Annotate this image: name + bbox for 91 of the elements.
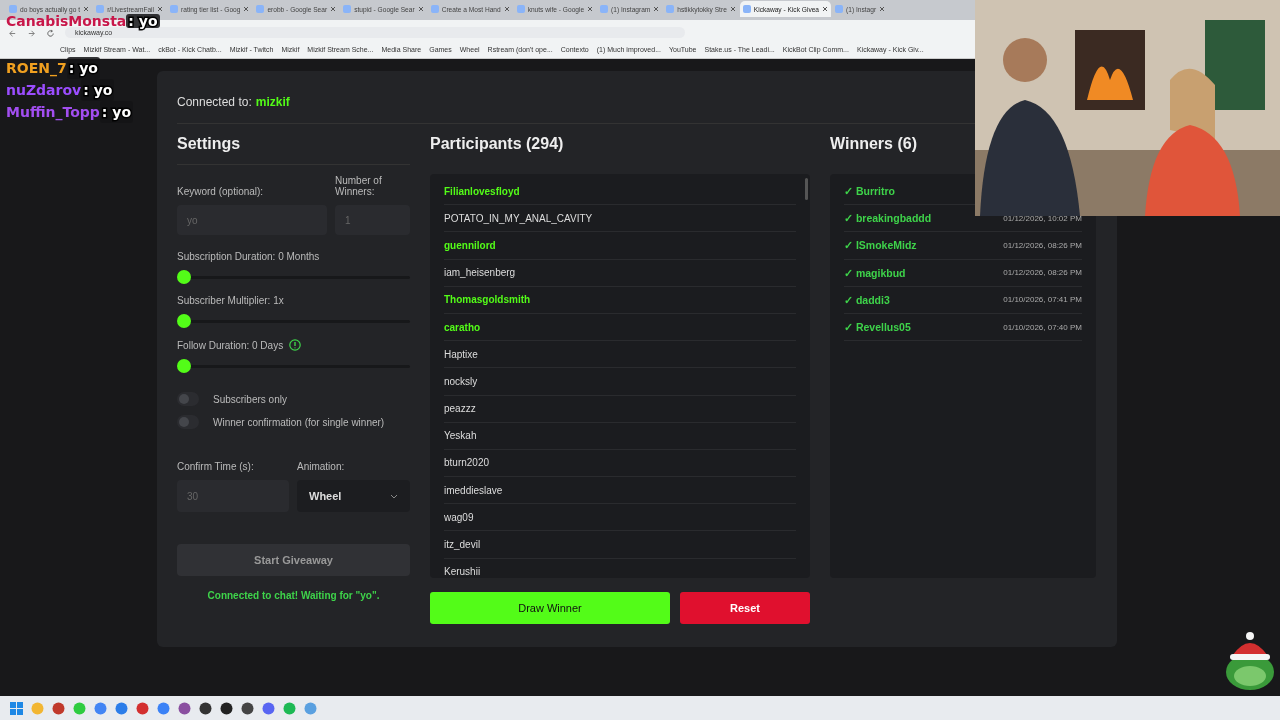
field-label: Animation:: [297, 461, 346, 472]
winner-name: ✓ daddi3: [844, 293, 890, 306]
close-icon[interactable]: [587, 6, 594, 12]
participant-name[interactable]: nocksly: [444, 368, 796, 396]
participant-name[interactable]: imeddieslave: [444, 477, 796, 505]
close-icon[interactable]: [879, 6, 886, 12]
favicon-icon: [835, 5, 844, 13]
winner-name: ✓ Burritro: [844, 185, 895, 198]
slider-thumb[interactable]: [177, 359, 191, 373]
app-icon[interactable]: [241, 701, 254, 715]
chat-message: : yo: [126, 14, 160, 28]
keyword-field[interactable]: yo: [177, 205, 327, 235]
status-message: Connected to chat! Waiting for "yo".: [206, 590, 381, 601]
favicon-icon: [742, 5, 751, 13]
slider-label: Subscriber Multiplier: 1x: [177, 295, 284, 306]
channel-name: mizkif: [255, 95, 290, 109]
chat-username: ROEN_7: [6, 59, 67, 79]
chat-username: Muffin_Topp: [6, 103, 100, 123]
close-icon[interactable]: [157, 6, 164, 12]
chat-message: : yo: [99, 101, 134, 123]
participant-name[interactable]: Haptixe: [444, 341, 796, 369]
close-icon[interactable]: [503, 6, 510, 12]
favicon-icon: [666, 5, 675, 13]
winner-name: ✓ breakingbaddd: [844, 212, 932, 225]
win-time: 01/12/2026, 08:26 PM: [1003, 240, 1082, 250]
favicon-icon: [343, 5, 352, 13]
draw-winner-button[interactable]: Draw Winner: [430, 592, 670, 624]
chat-message: : yo: [66, 57, 100, 79]
participant-name[interactable]: wag09: [444, 504, 796, 532]
toggle-switch[interactable]: [177, 392, 199, 406]
participant-name[interactable]: iam_heisenberg: [444, 259, 796, 287]
participant-name[interactable]: Filianlovesfloyd: [444, 178, 796, 206]
windows-icon[interactable]: [10, 701, 23, 715]
reset-button[interactable]: Reset: [680, 592, 810, 624]
toggle-label: Winner confirmation (for single winner): [213, 416, 385, 428]
participant-name[interactable]: Yeskah: [444, 422, 796, 450]
winner-name: ✓ Revellus05: [844, 321, 911, 334]
connected-label: Connected to:: [177, 95, 252, 109]
toggle-switch[interactable]: [177, 415, 199, 429]
field-label: Keyword (optional):: [177, 186, 265, 197]
favicon-icon: [600, 5, 609, 13]
slider-thumb[interactable]: [177, 270, 191, 284]
favicon-icon: [516, 5, 525, 13]
favicon-icon: [256, 5, 265, 13]
participant-name[interactable]: guennilord: [444, 232, 796, 260]
win-time: 01/10/2026, 07:40 PM: [1003, 322, 1082, 332]
favicon-icon: [96, 5, 105, 13]
forward-icon[interactable]: [27, 29, 36, 38]
participant-name[interactable]: POTATO_IN_MY_ANAL_CAVITY: [444, 205, 796, 233]
close-icon[interactable]: [83, 6, 90, 12]
animation-dropdown[interactable]: Wheel: [297, 480, 410, 512]
participant-name[interactable]: peazzz: [444, 395, 796, 423]
toggle-label: Subscribers only: [213, 393, 287, 405]
confirm-time-field[interactable]: 30: [177, 480, 289, 512]
back-icon[interactable]: [8, 29, 17, 38]
close-icon[interactable]: [330, 6, 337, 12]
win-time: 01/12/2026, 10:02 PM: [1003, 213, 1082, 223]
close-icon[interactable]: [243, 6, 250, 12]
participant-name[interactable]: caratho: [444, 313, 796, 342]
chat-message: : yo: [81, 79, 115, 101]
chat-username: CanabisMonsta: [6, 14, 127, 28]
reload-icon[interactable]: [46, 29, 55, 38]
info-icon[interactable]: [289, 339, 302, 351]
close-icon[interactable]: [417, 6, 424, 12]
participant-name[interactable]: Thomasgoldsmith: [444, 286, 796, 314]
section-title: Winners (6): [830, 134, 918, 154]
close-icon[interactable]: [729, 6, 736, 12]
winner-name: ✓ magikbud: [844, 266, 906, 279]
favicon-icon: [430, 5, 439, 13]
participant-name[interactable]: Kerushii: [444, 558, 796, 578]
close-icon[interactable]: [653, 6, 660, 12]
participant-name[interactable]: itz_devil: [444, 531, 796, 559]
app-icon[interactable]: [199, 701, 212, 715]
win-time: 01/10/2026, 07:41 PM: [1003, 295, 1082, 305]
chat-username: nuZdarov: [6, 81, 82, 100]
scrollbar[interactable]: [805, 178, 808, 200]
slider-label: Follow Duration: 0 Days: [177, 339, 284, 351]
win-time: 01/12/2026, 08:26 PM: [1003, 268, 1082, 278]
favicon-icon: [9, 5, 17, 13]
slider-thumb[interactable]: [177, 314, 191, 328]
winner-name: ✓ ISmokeMidz: [844, 239, 917, 252]
app-icon[interactable]: [220, 701, 233, 715]
slider-label: Subscription Duration: 0 Months: [177, 251, 320, 262]
caret-icon: [390, 493, 398, 499]
section-title: Participants (294): [430, 134, 565, 154]
close-icon[interactable]: [822, 6, 829, 12]
participant-name[interactable]: bturn2020: [444, 449, 796, 478]
field-label: Confirm Time (s):: [177, 461, 255, 472]
field-label: Number of Winners:: [335, 175, 383, 197]
section-title: Settings: [177, 134, 242, 154]
favicon-icon: [170, 5, 179, 13]
